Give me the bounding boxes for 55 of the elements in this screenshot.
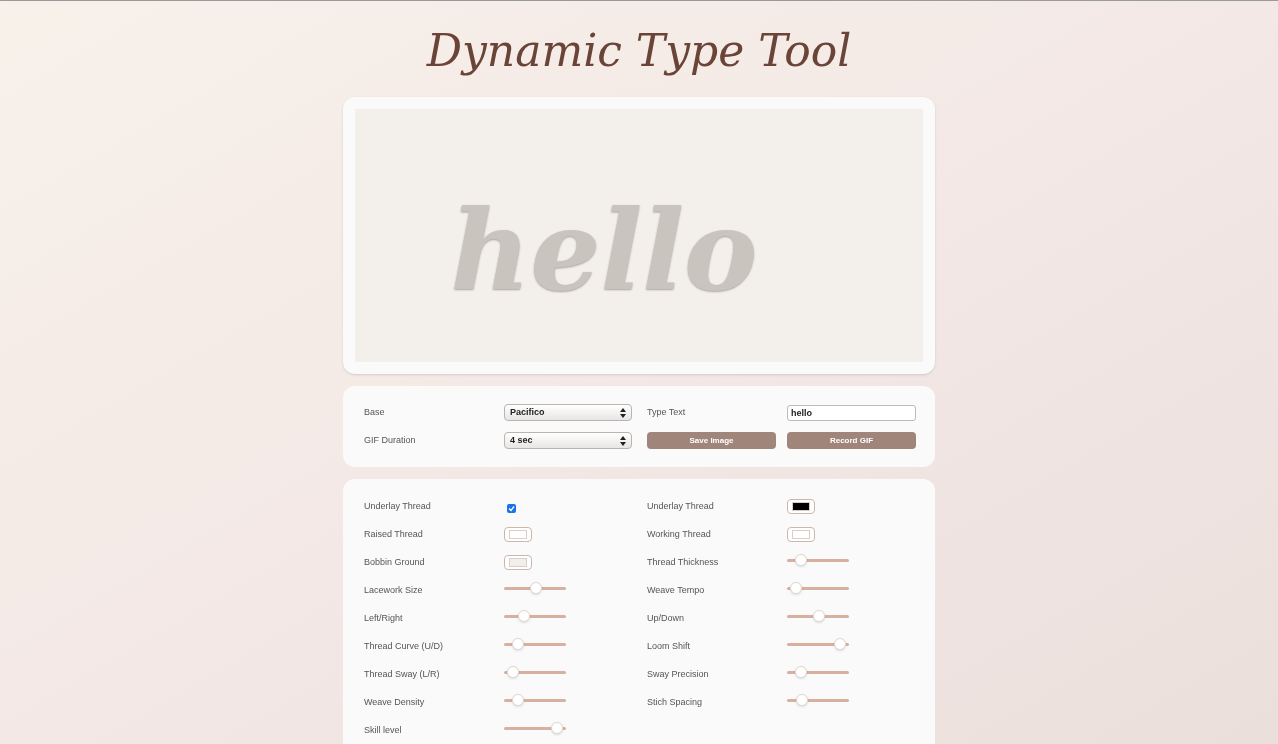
color-picker[interactable] (787, 527, 815, 542)
field-label: Base (364, 405, 386, 419)
text-input[interactable]: hello (787, 404, 916, 421)
slider[interactable] (504, 581, 566, 594)
field-label: Type Text (647, 405, 687, 419)
slider[interactable] (504, 609, 566, 622)
color-picker[interactable] (787, 499, 815, 514)
setting-label: Thread Thickness (647, 555, 720, 569)
slider[interactable] (787, 665, 849, 678)
slider[interactable] (504, 665, 566, 678)
slider[interactable] (504, 721, 566, 734)
slider-thumb[interactable] (789, 581, 802, 594)
setting-label: Loom Shift (647, 639, 692, 653)
slider[interactable] (787, 693, 849, 706)
slider-thumb[interactable] (794, 553, 807, 566)
setting-label: Raised Thread (364, 527, 424, 541)
setting-label: Lacework Size (364, 583, 424, 597)
setting-label: Bobbin Ground (364, 555, 426, 569)
slider-thumb[interactable] (511, 693, 524, 706)
setting-label: Underlay Thread (364, 499, 432, 513)
slider[interactable] (787, 553, 849, 566)
slider-thumb[interactable] (813, 609, 825, 622)
slider[interactable] (787, 637, 849, 650)
setting-label: Stich Spacing (647, 695, 704, 709)
slider-thumb[interactable] (833, 637, 846, 650)
slider[interactable] (504, 693, 566, 706)
setting-label: Left/Right (364, 611, 404, 625)
slider-thumb[interactable] (550, 721, 563, 734)
slider-thumb[interactable] (796, 693, 808, 706)
slider-thumb[interactable] (794, 665, 807, 678)
slider[interactable] (787, 609, 849, 622)
setting-label: Weave Density (364, 695, 426, 709)
setting-label: Thread Curve (U/D) (364, 639, 445, 653)
color-picker[interactable] (504, 555, 532, 570)
slider-thumb[interactable] (507, 665, 519, 678)
setting-label: Underlay Thread (647, 499, 715, 513)
setting-label: Working Thread (647, 527, 712, 541)
setting-label: Skill level (364, 723, 403, 737)
setting-label: Weave Tempo (647, 583, 706, 597)
slider-thumb[interactable] (518, 609, 530, 622)
setting-label: Thread Sway (L/R) (364, 667, 441, 681)
checkbox[interactable] (507, 503, 516, 513)
color-picker[interactable] (504, 527, 532, 542)
select-arrows-icon (620, 407, 626, 418)
setting-label: Sway Precision (647, 667, 710, 681)
select-arrows-icon (620, 435, 626, 446)
slider-thumb[interactable] (511, 637, 524, 650)
slider[interactable] (504, 637, 566, 650)
preview-text: hello (450, 195, 758, 306)
duration-select[interactable]: 4 sec (504, 432, 632, 449)
slider-thumb[interactable] (530, 581, 542, 594)
field-label: GIF Duration (364, 433, 417, 447)
setting-label: Up/Down (647, 611, 685, 625)
font-select[interactable]: Pacifico (504, 404, 632, 421)
slider[interactable] (787, 581, 849, 594)
